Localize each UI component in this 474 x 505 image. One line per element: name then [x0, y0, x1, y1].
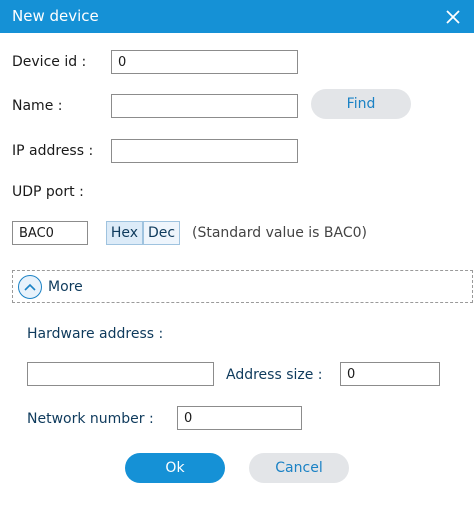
ok-button[interactable]: Ok	[125, 453, 225, 483]
window-title: New device	[12, 7, 99, 25]
name-label: Name :	[12, 98, 63, 114]
more-label: More	[48, 279, 83, 295]
close-button[interactable]	[442, 6, 464, 28]
network-number-label: Network number :	[27, 411, 154, 427]
close-icon	[446, 10, 460, 24]
device-id-input[interactable]	[111, 50, 298, 74]
dec-toggle[interactable]: Dec	[143, 221, 180, 245]
cancel-button[interactable]: Cancel	[249, 453, 349, 483]
name-input[interactable]	[111, 94, 298, 118]
device-id-label: Device id :	[12, 54, 87, 70]
udp-port-hint: (Standard value is BAC0)	[192, 225, 368, 241]
hex-toggle[interactable]: Hex	[106, 221, 143, 245]
network-number-input[interactable]	[177, 406, 302, 430]
find-button[interactable]: Find	[311, 89, 411, 119]
more-section-header[interactable]: More	[12, 270, 473, 303]
hardware-address-input[interactable]	[27, 362, 214, 386]
udp-port-label: UDP port :	[12, 184, 84, 200]
address-size-label: Address size :	[226, 367, 323, 383]
collapse-button[interactable]	[18, 275, 42, 299]
hardware-address-label: Hardware address :	[27, 326, 164, 342]
address-size-input[interactable]	[340, 362, 440, 386]
ip-address-input[interactable]	[111, 139, 298, 163]
ip-address-label: IP address :	[12, 143, 94, 159]
chevron-up-icon	[24, 283, 36, 291]
udp-port-input[interactable]	[12, 221, 88, 245]
title-bar: New device	[0, 0, 474, 33]
